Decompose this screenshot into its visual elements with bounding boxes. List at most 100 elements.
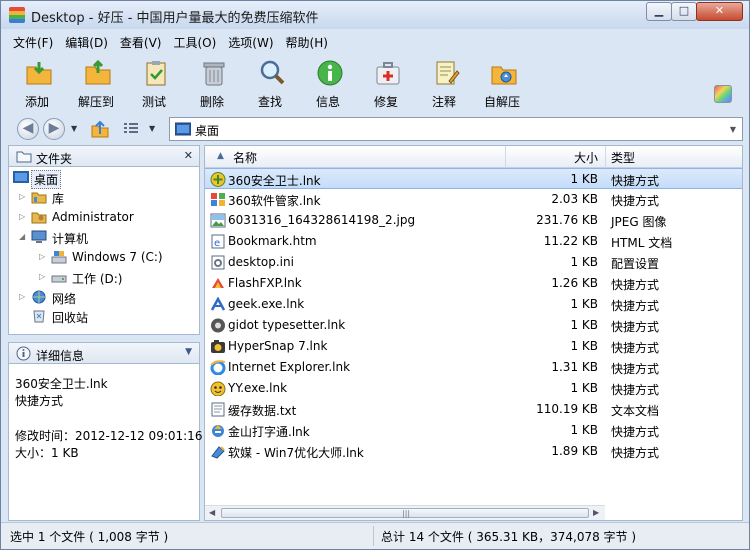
view-mode-icon[interactable] (123, 122, 139, 136)
file-row[interactable]: Internet Explorer.lnk 1.31 KB 快捷方式 (205, 357, 742, 378)
file-row[interactable]: HyperSnap 7.lnk 1 KB 快捷方式 (205, 336, 742, 357)
file-row[interactable]: 360安全卫士.lnk 1 KB 快捷方式 (205, 168, 742, 189)
tree-label-library: 库 (52, 192, 65, 206)
file-type: 快捷方式 (611, 425, 660, 439)
haozip-window: Desktop - 好压 - 中国用户量最大的免费压缩软件 ▁ □ ✕ 文件(F… (0, 0, 750, 550)
column-type[interactable]: 类型 (611, 149, 635, 166)
expand-arrow-icon[interactable]: ▷ (19, 212, 25, 221)
address-bar[interactable]: 桌面 ▼ (169, 117, 743, 141)
status-bar: 选中 1 个文件 ( 1,008 字节 ) 总计 14 个文件 ( 365.31… (1, 522, 749, 549)
network-icon (32, 290, 46, 304)
minimize-button[interactable]: ▁ (646, 2, 672, 21)
file-row[interactable]: 6031316_164328614198_2.jpg 231.76 KB JPE… (205, 210, 742, 231)
tree-item-drive-d[interactable]: ▷ 工作 (D:) (39, 269, 189, 287)
expand-arrow-icon[interactable]: ▷ (39, 272, 45, 281)
user-folder-icon (31, 212, 47, 224)
test-clipboard-icon (146, 61, 166, 86)
back-arrow-icon[interactable]: ◀ (17, 118, 39, 140)
column-divider[interactable] (605, 146, 606, 168)
repair-button[interactable]: 修复 (358, 56, 414, 112)
add-folder-icon (26, 62, 52, 85)
address-dropdown-icon[interactable]: ▼ (730, 125, 736, 134)
file-row[interactable]: e Bookmark.htm 11.22 KB HTML 文档 (205, 231, 742, 252)
tree-item-network[interactable]: ▷ 网络 (19, 289, 189, 307)
file-list: ▲ 名称 大小 类型 360安全卫士.lnk 1 KB 快捷方式 360软件管家… (204, 145, 743, 521)
close-button[interactable]: ✕ (696, 2, 743, 21)
file-type: 快捷方式 (611, 383, 660, 397)
close-pane-icon[interactable]: ✕ (184, 149, 193, 162)
collapse-pane-icon[interactable]: ▼ (185, 347, 192, 357)
column-size[interactable]: 大小 (505, 149, 598, 166)
self-extract-label: 自解压 (483, 95, 520, 109)
scroll-right-icon[interactable]: ▶ (593, 508, 599, 517)
file-row[interactable]: 软媒 - Win7优化大师.lnk 1.89 KB 快捷方式 (205, 441, 742, 462)
file-name: Internet Explorer.lnk (228, 360, 351, 374)
expand-arrow-icon[interactable]: ▷ (19, 192, 25, 201)
file-type: 快捷方式 (611, 174, 660, 188)
menu-help[interactable]: 帮助(H) (280, 32, 334, 52)
tree-label-desktop: 桌面 (31, 170, 62, 189)
file-row[interactable]: FlashFXP.lnk 1.26 KB 快捷方式 (205, 273, 742, 294)
file-type: 快捷方式 (611, 362, 660, 376)
add-button[interactable]: 添加 (9, 56, 65, 112)
up-folder-icon[interactable] (91, 120, 109, 138)
expand-arrow-icon[interactable]: ▷ (19, 292, 25, 301)
file-row[interactable]: YY.exe.lnk 1 KB 快捷方式 (205, 378, 742, 399)
detail-file-name: 360安全卫士.lnk (15, 377, 108, 391)
scroll-left-icon[interactable]: ◀ (209, 508, 215, 517)
menu-file[interactable]: 文件(F) (7, 32, 59, 52)
scroll-thumb[interactable]: ||| (221, 508, 589, 518)
menu-edit[interactable]: 编辑(D) (59, 32, 114, 52)
skin-palette-icon[interactable] (714, 85, 732, 103)
file-row[interactable]: 360软件管家.lnk 2.03 KB 快捷方式 (205, 189, 742, 210)
file-row[interactable]: gidot typesetter.lnk 1 KB 快捷方式 (205, 315, 742, 336)
comment-button[interactable]: 注释 (416, 56, 472, 112)
menu-options[interactable]: 选项(W) (222, 32, 279, 52)
file-row[interactable]: geek.exe.lnk 1 KB 快捷方式 (205, 294, 742, 315)
expand-arrow-icon[interactable]: ▷ (39, 252, 45, 261)
forward-arrow-icon[interactable]: ▶ (43, 118, 65, 140)
horizontal-scrollbar[interactable]: ◀ ||| ▶ (205, 505, 605, 520)
toolbar: 添加 解压到 测试 删除 查找 信息 修复 注释 自解压 (7, 56, 743, 112)
file-row[interactable]: desktop.ini 1 KB 配置设置 (205, 252, 742, 273)
tree-item-library[interactable]: ▷ 库 (19, 189, 189, 207)
file-size: 1 KB (570, 423, 598, 437)
view-mode-dropdown-icon[interactable]: ▼ (149, 124, 155, 133)
address-row: ◀ ▶ ▼ ▼ 桌面 ▼ (7, 117, 743, 141)
menu-tools[interactable]: 工具(O) (167, 32, 222, 52)
file-row[interactable]: 缓存数据.txt 110.19 KB 文本文档 (205, 399, 742, 420)
info-button[interactable]: 信息 (300, 56, 356, 112)
extract-to-button[interactable]: 解压到 (68, 56, 124, 112)
recycle-bin-icon (33, 310, 45, 323)
file-row[interactable]: 金山打字通.lnk 1 KB 快捷方式 (205, 420, 742, 441)
collapse-arrow-icon[interactable]: ◢ (19, 232, 25, 241)
tree-item-desktop[interactable]: 桌面 (11, 169, 191, 189)
first-aid-kit-icon (376, 62, 400, 85)
haozip-app-icon[interactable] (9, 7, 25, 23)
tree-item-computer[interactable]: ◢ 计算机 (19, 229, 189, 247)
repair-label: 修复 (373, 95, 398, 109)
menu-view[interactable]: 查看(V) (114, 32, 168, 52)
file-type: 快捷方式 (611, 278, 660, 292)
test-button[interactable]: 测试 (126, 56, 182, 112)
history-dropdown-icon[interactable]: ▼ (71, 124, 77, 133)
find-button[interactable]: 查找 (242, 56, 298, 112)
maximize-button[interactable]: □ (671, 2, 697, 21)
details-header[interactable]: 详细信息 ▼ (8, 342, 200, 364)
menu-bar: 文件(F) 编辑(D) 查看(V) 工具(O) 选项(W) 帮助(H) (7, 32, 334, 52)
tree-item-recycle-bin[interactable]: 回收站 (19, 308, 189, 326)
file-type: HTML 文档 (611, 236, 673, 250)
file-name: 360软件管家.lnk (228, 194, 321, 208)
column-name[interactable]: 名称 (233, 149, 257, 166)
delete-button[interactable]: 删除 (184, 56, 240, 112)
magnifier-icon (260, 60, 285, 85)
status-selection: 选中 1 个文件 ( 1,008 字节 ) (10, 530, 169, 544)
status-total: 总计 14 个文件 ( 365.31 KB，374,078 字节 ) (381, 530, 637, 544)
file-name: 金山打字通.lnk (228, 425, 310, 439)
folders-title: 文件夹 (36, 152, 73, 166)
tree-item-administrator[interactable]: ▷ Administrator (19, 209, 189, 227)
tree-item-drive-c[interactable]: ▷ Windows 7 (C:) (39, 249, 189, 267)
self-extract-button[interactable]: 自解压 (474, 56, 530, 112)
file-name: 360安全卫士.lnk (228, 174, 321, 188)
file-name: FlashFXP.lnk (228, 276, 302, 290)
